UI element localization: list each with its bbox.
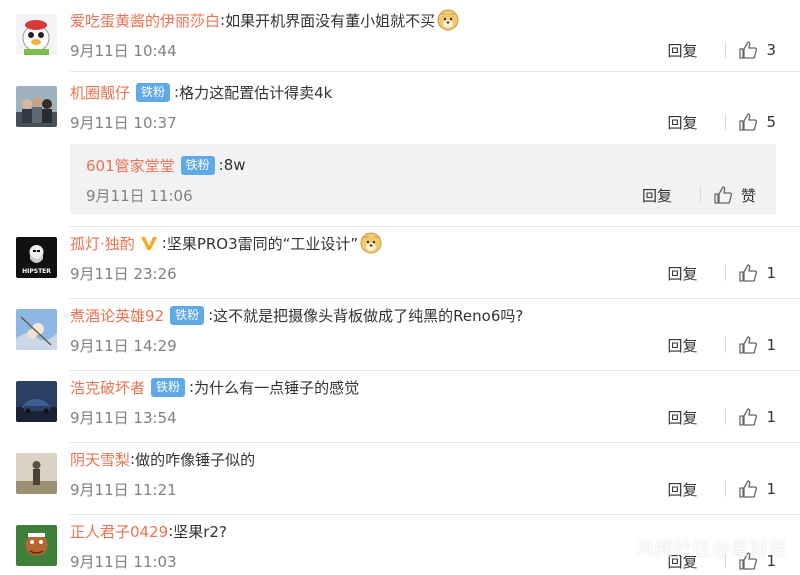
comment-text: 做的咋像锤子似的 [135, 450, 256, 469]
comment-actions: 回复 赞 [642, 184, 756, 206]
avatar[interactable] [16, 86, 57, 127]
username-link[interactable]: 浩克破坏者 [70, 377, 145, 398]
divider [699, 187, 701, 203]
comment-text: 这不就是把摄像头背板做成了纯黑的Reno6吗? [213, 306, 524, 325]
timestamp: 9月11日 23:26 [70, 264, 177, 283]
doge-icon [360, 232, 382, 254]
avatar[interactable] [16, 14, 57, 55]
reply-button[interactable]: 回复 [667, 479, 697, 500]
username-link[interactable]: 正人君子0429 [70, 521, 168, 542]
comment-actions: 回复 1 [667, 406, 776, 428]
comment-actions: 回复 3 [667, 39, 776, 61]
fan-badge: 铁粉 [170, 305, 205, 325]
watermark: 风闻社区@紫财经 [636, 539, 788, 560]
comment-text: 为什么有一点锤子的感觉 [194, 378, 360, 397]
comment-line: 爱吃蛋黄酱的伊丽莎白 : 如果开机界面没有董小姐就不买 [70, 7, 459, 33]
timestamp: 9月11日 13:54 [70, 408, 177, 427]
thumbs-up-icon[interactable] [713, 185, 733, 205]
comment-line: 正人君子0429 : 坚果r2? [70, 518, 227, 544]
fan-badge: 铁粉 [136, 82, 171, 102]
like-count: 1 [766, 408, 776, 426]
comment-actions: 回复 1 [667, 334, 776, 356]
reply-button[interactable]: 回复 [667, 263, 697, 284]
reply-button[interactable]: 回复 [642, 185, 672, 206]
comment-line: 601管家堂堂 铁粉 : 8w [86, 152, 246, 178]
username-link[interactable]: 孤灯·独酌 [70, 233, 135, 254]
reply-button[interactable]: 回复 [667, 112, 697, 133]
divider [725, 481, 727, 497]
timestamp: 9月11日 11:06 [86, 186, 193, 205]
divider [725, 114, 727, 130]
thumbs-up-icon[interactable] [738, 407, 758, 427]
fan-badge: 铁粉 [180, 155, 215, 175]
thumbs-up-icon[interactable] [738, 263, 758, 283]
avatar[interactable] [16, 453, 57, 494]
timestamp: 9月11日 10:44 [70, 41, 177, 60]
like-count: 5 [766, 113, 776, 131]
reply-button[interactable]: 回复 [667, 40, 697, 61]
comment-text: 格力这配置估计得卖4k [179, 83, 333, 102]
avatar[interactable] [16, 381, 57, 422]
username-link[interactable]: 煮酒论英雄92 [70, 305, 164, 326]
timestamp: 9月11日 10:37 [70, 113, 177, 132]
comment-text: 如果开机界面没有董小姐就不买 [225, 11, 436, 30]
comment-item: 浩克破坏者 铁粉 : 为什么有一点锤子的感觉 9月11日 13:54 回复 1 [0, 371, 800, 443]
comment-actions: 回复 1 [667, 478, 776, 500]
avatar[interactable] [16, 525, 57, 566]
divider [725, 337, 727, 353]
comment-text: 坚果PRO3雷同的“工业设计” [166, 234, 359, 253]
fan-badge: 铁粉 [151, 377, 186, 397]
comment-line: 孤灯·独酌 : 坚果PRO3雷同的“工业设计” [70, 230, 382, 256]
comment-line: 阴天雪梨 : 做的咋像锤子似的 [70, 446, 255, 472]
comment-item: 阴天雪梨 : 做的咋像锤子似的 9月11日 11:21 回复 1 [0, 443, 800, 515]
comment-item: 机圈靓仔 铁粉 : 格力这配置估计得卖4k 9月11日 10:37 回复 5 6… [0, 72, 800, 227]
avatar-label: HIPSTER [22, 268, 51, 275]
timestamp: 9月11日 14:29 [70, 336, 177, 355]
sub-reply: 601管家堂堂 铁粉 : 8w 9月11日 11:06 回复 赞 [70, 144, 776, 214]
comment-line: 机圈靓仔 铁粉 : 格力这配置估计得卖4k [70, 79, 332, 105]
comment-text: 8w [223, 156, 246, 174]
comment-actions: 回复 5 [667, 111, 776, 133]
avatar[interactable]: HIPSTER [16, 237, 57, 278]
comment-item: HIPSTER 孤灯·独酌 : 坚果PRO3雷同的“工业设计” 9月11日 23… [0, 227, 800, 299]
comment-text: 坚果r2? [173, 522, 227, 541]
like-count: 1 [766, 336, 776, 354]
timestamp: 9月11日 11:21 [70, 480, 177, 499]
like-count: 1 [766, 480, 776, 498]
divider [725, 42, 727, 58]
like-count: 1 [766, 264, 776, 282]
vip-v-icon [140, 237, 157, 250]
like-count: 3 [766, 41, 776, 59]
comment-actions: 回复 1 [667, 262, 776, 284]
comment-item: 爱吃蛋黄酱的伊丽莎白 : 如果开机界面没有董小姐就不买 9月11日 10:44 … [0, 0, 800, 72]
thumbs-up-icon[interactable] [738, 112, 758, 132]
thumbs-up-icon[interactable] [738, 40, 758, 60]
username-link[interactable]: 阴天雪梨 [70, 449, 130, 470]
username-link[interactable]: 601管家堂堂 [86, 155, 175, 176]
reply-button[interactable]: 回复 [667, 335, 697, 356]
like-label: 赞 [740, 186, 756, 205]
reply-button[interactable]: 回复 [667, 407, 697, 428]
divider [725, 409, 727, 425]
divider [725, 265, 727, 281]
comment-item: 煮酒论英雄92 铁粉 : 这不就是把摄像头背板做成了纯黑的Reno6吗? 9月1… [0, 299, 800, 371]
timestamp: 9月11日 11:03 [70, 552, 177, 571]
comment-line: 煮酒论英雄92 铁粉 : 这不就是把摄像头背板做成了纯黑的Reno6吗? [70, 302, 523, 328]
comment-line: 浩克破坏者 铁粉 : 为什么有一点锤子的感觉 [70, 374, 359, 400]
thumbs-up-icon[interactable] [738, 335, 758, 355]
thumbs-up-icon[interactable] [738, 479, 758, 499]
doge-icon [437, 9, 459, 31]
username-link[interactable]: 爱吃蛋黄酱的伊丽莎白 [70, 10, 220, 31]
username-link[interactable]: 机圈靓仔 [70, 82, 130, 103]
avatar[interactable] [16, 309, 57, 350]
